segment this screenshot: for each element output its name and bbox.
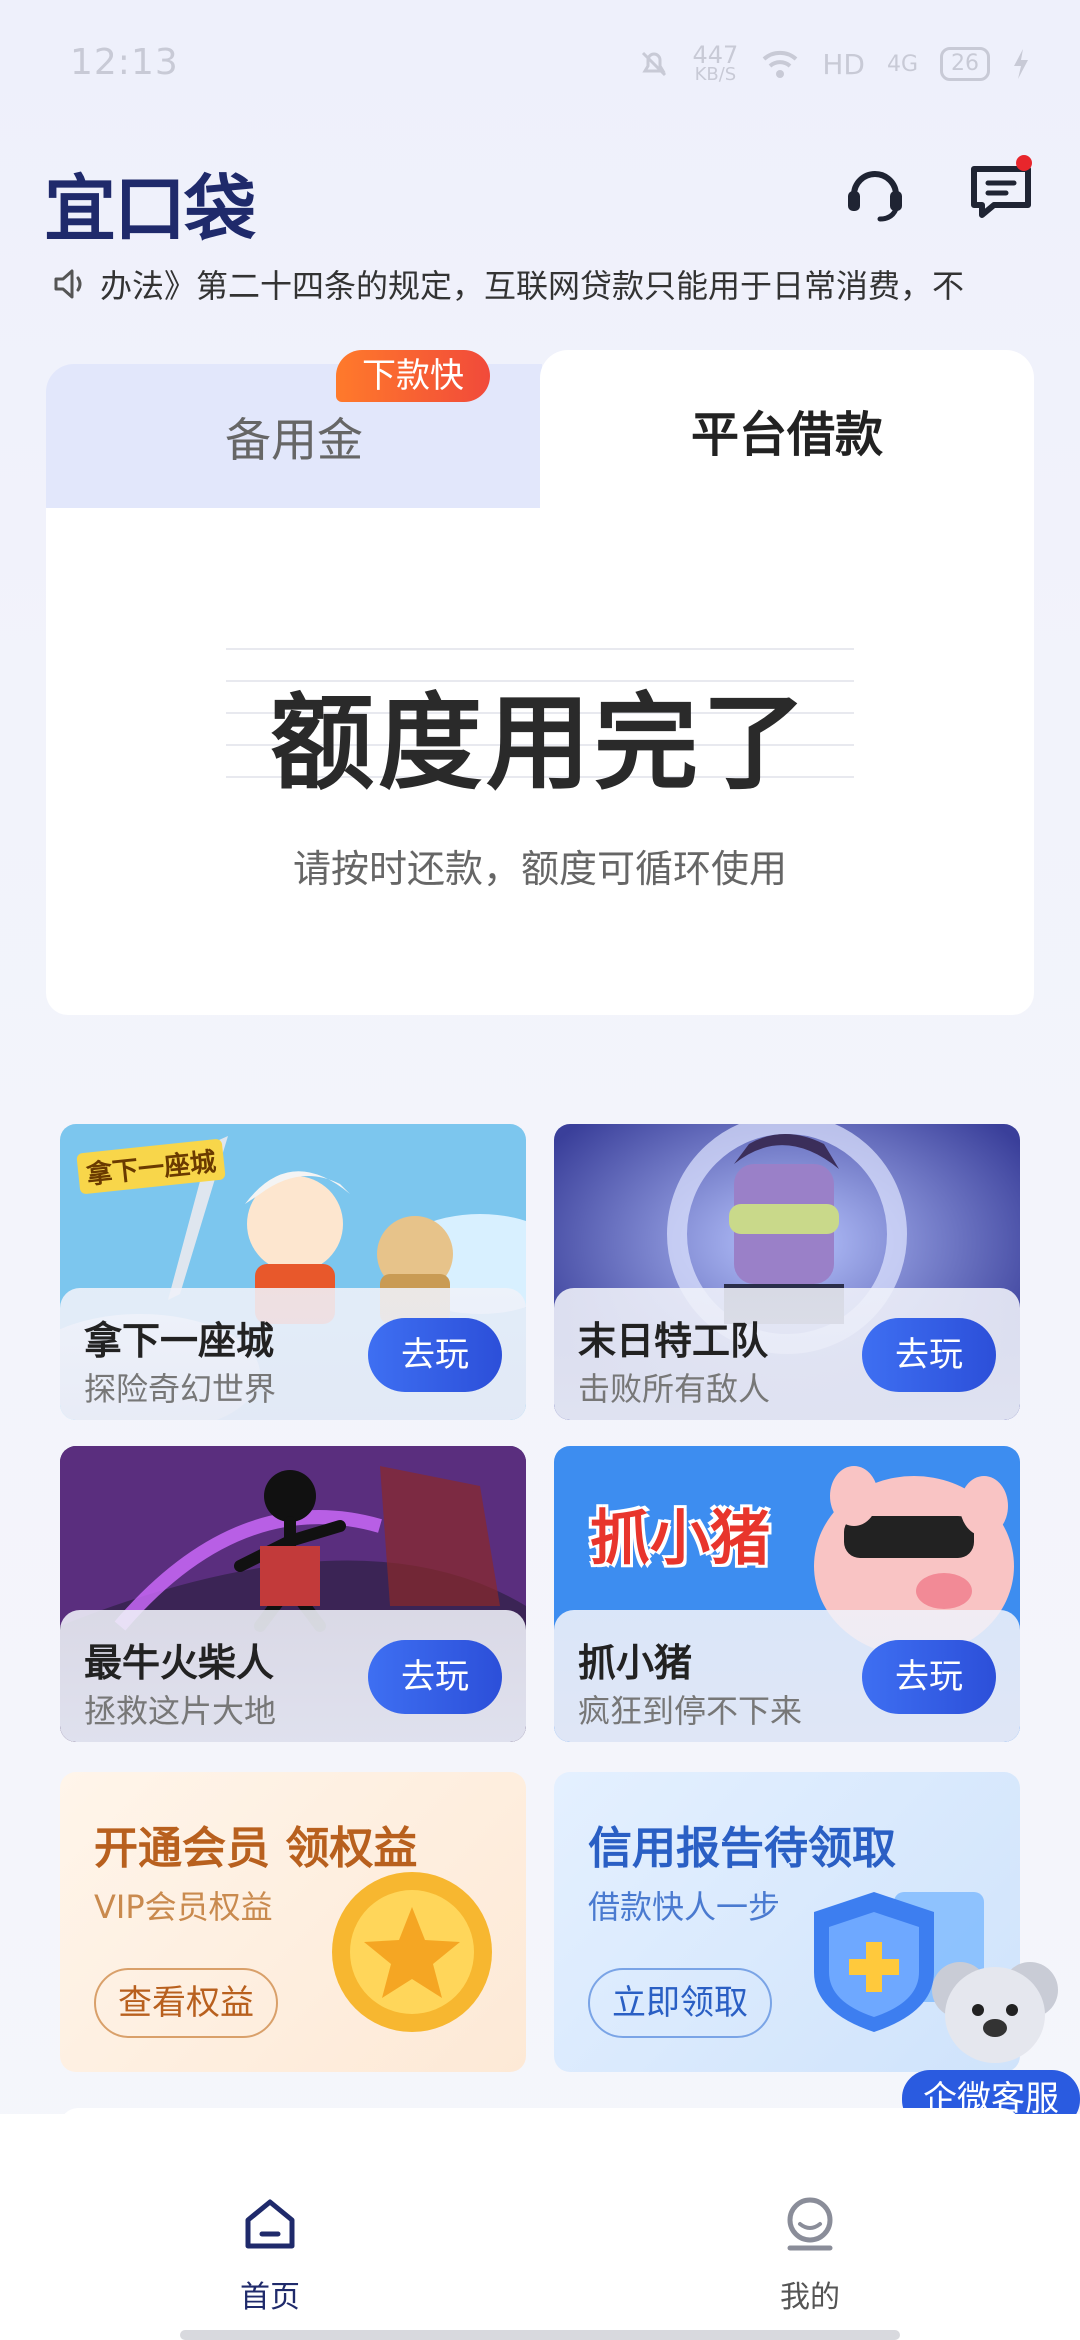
unread-dot	[1016, 155, 1032, 171]
nav-home[interactable]: 首页	[190, 2194, 350, 2316]
app-logo: 宜口袋	[44, 167, 256, 251]
loan-card: 备用金 下款快 平台借款 额度用完了 请按时还款，额度可循环使用	[46, 350, 1034, 1015]
gold-coin-icon	[332, 1872, 492, 2032]
game-card-pig[interactable]: 抓小猪 抓小猪 疯狂到停不下来 去玩	[554, 1446, 1020, 1742]
net-speed-unit: KB/S	[694, 64, 737, 85]
game-subtitle: 疯狂到停不下来	[578, 1692, 803, 1730]
quota-subtitle: 请按时还款，额度可循环使用	[292, 847, 787, 891]
customer-service-button[interactable]	[840, 155, 910, 225]
quota-panel: 额度用完了 请按时还款，额度可循环使用	[46, 508, 1034, 1015]
game-subtitle: 拯救这片大地	[84, 1692, 277, 1730]
vip-promo-card[interactable]: 开通会员 领权益 VIP会员权益 查看权益	[60, 1772, 526, 2072]
notice-marquee[interactable]: 办法》第二十四条的规定，互联网贷款只能用于日常消费，不	[50, 262, 1030, 306]
speaker-icon	[54, 269, 82, 299]
wifi-icon	[762, 50, 798, 78]
game-info-panel: 抓小猪 疯狂到停不下来 去玩	[554, 1610, 1020, 1742]
play-button[interactable]: 去玩	[862, 1640, 996, 1714]
quota-title: 额度用完了	[269, 682, 810, 804]
credit-promo-title: 信用报告待领取	[588, 1823, 896, 1874]
game-info-panel: 最牛火柴人 拯救这片大地 去玩	[60, 1610, 526, 1742]
game-card-stickman[interactable]: 最牛火柴人 拯救这片大地 去玩	[60, 1446, 526, 1742]
game-info-panel: 拿下一座城 探险奇幻世界 去玩	[60, 1288, 526, 1420]
game-title: 拿下一座城	[84, 1319, 275, 1363]
game-title: 末日特工队	[578, 1319, 769, 1363]
home-indicator[interactable]	[180, 2330, 900, 2340]
nav-mine-label: 我的	[780, 2280, 840, 2315]
claim-now-button[interactable]: 立即领取	[588, 1968, 772, 2038]
koala-mascot-icon[interactable]	[930, 1950, 1060, 2070]
hd-label: HD	[822, 47, 865, 81]
tab-reserve-fund-label: 备用金	[225, 413, 363, 467]
headset-icon	[848, 171, 902, 222]
game-title: 抓小猪	[578, 1641, 693, 1685]
nav-mine[interactable]: 我的	[730, 2194, 890, 2316]
game-art-label: 抓小猪	[590, 1504, 770, 1574]
status-icons: 447 KB/S HD 4G 26	[637, 41, 1030, 85]
status-time: 12:13	[70, 42, 179, 83]
fast-loan-badge: 下款快	[336, 350, 490, 402]
view-benefits-button[interactable]: 查看权益	[94, 1968, 278, 2038]
vip-promo-subtitle: VIP会员权益	[94, 1888, 273, 1926]
game-info-panel: 末日特工队 击败所有敌人 去玩	[554, 1288, 1020, 1420]
notice-text: 办法》第二十四条的规定，互联网贷款只能用于日常消费，不	[100, 267, 965, 305]
game-title: 最牛火柴人	[84, 1641, 275, 1685]
charging-icon	[1014, 49, 1028, 79]
nav-home-label: 首页	[240, 2280, 300, 2315]
play-button[interactable]: 去玩	[862, 1318, 996, 1392]
net-speed-value: 447	[692, 41, 739, 69]
profile-icon	[787, 2197, 833, 2251]
message-button[interactable]	[966, 155, 1036, 225]
game-card-doomsday[interactable]: 末日特工队 击败所有敌人 去玩	[554, 1124, 1020, 1420]
game-subtitle: 探险奇幻世界	[84, 1370, 277, 1408]
play-button[interactable]: 去玩	[368, 1318, 502, 1392]
mute-icon	[641, 51, 666, 77]
tab-platform-loan[interactable]: 平台借款	[540, 350, 1034, 510]
signal-label: 4G	[886, 51, 918, 77]
play-button[interactable]: 去玩	[368, 1640, 502, 1714]
bottom-nav: 首页 我的	[0, 2114, 1080, 2340]
game-subtitle: 击败所有敌人	[578, 1370, 771, 1408]
home-icon	[245, 2199, 295, 2249]
tab-platform-loan-label: 平台借款	[690, 407, 883, 463]
game-card-castle[interactable]: 拿下一座城 拿下一座城 探险奇幻世界 去玩	[60, 1124, 526, 1420]
credit-promo-subtitle: 借款快人一步	[588, 1888, 781, 1926]
network-speed: 447 KB/S	[692, 41, 739, 85]
battery-indicator: 26	[940, 47, 990, 81]
